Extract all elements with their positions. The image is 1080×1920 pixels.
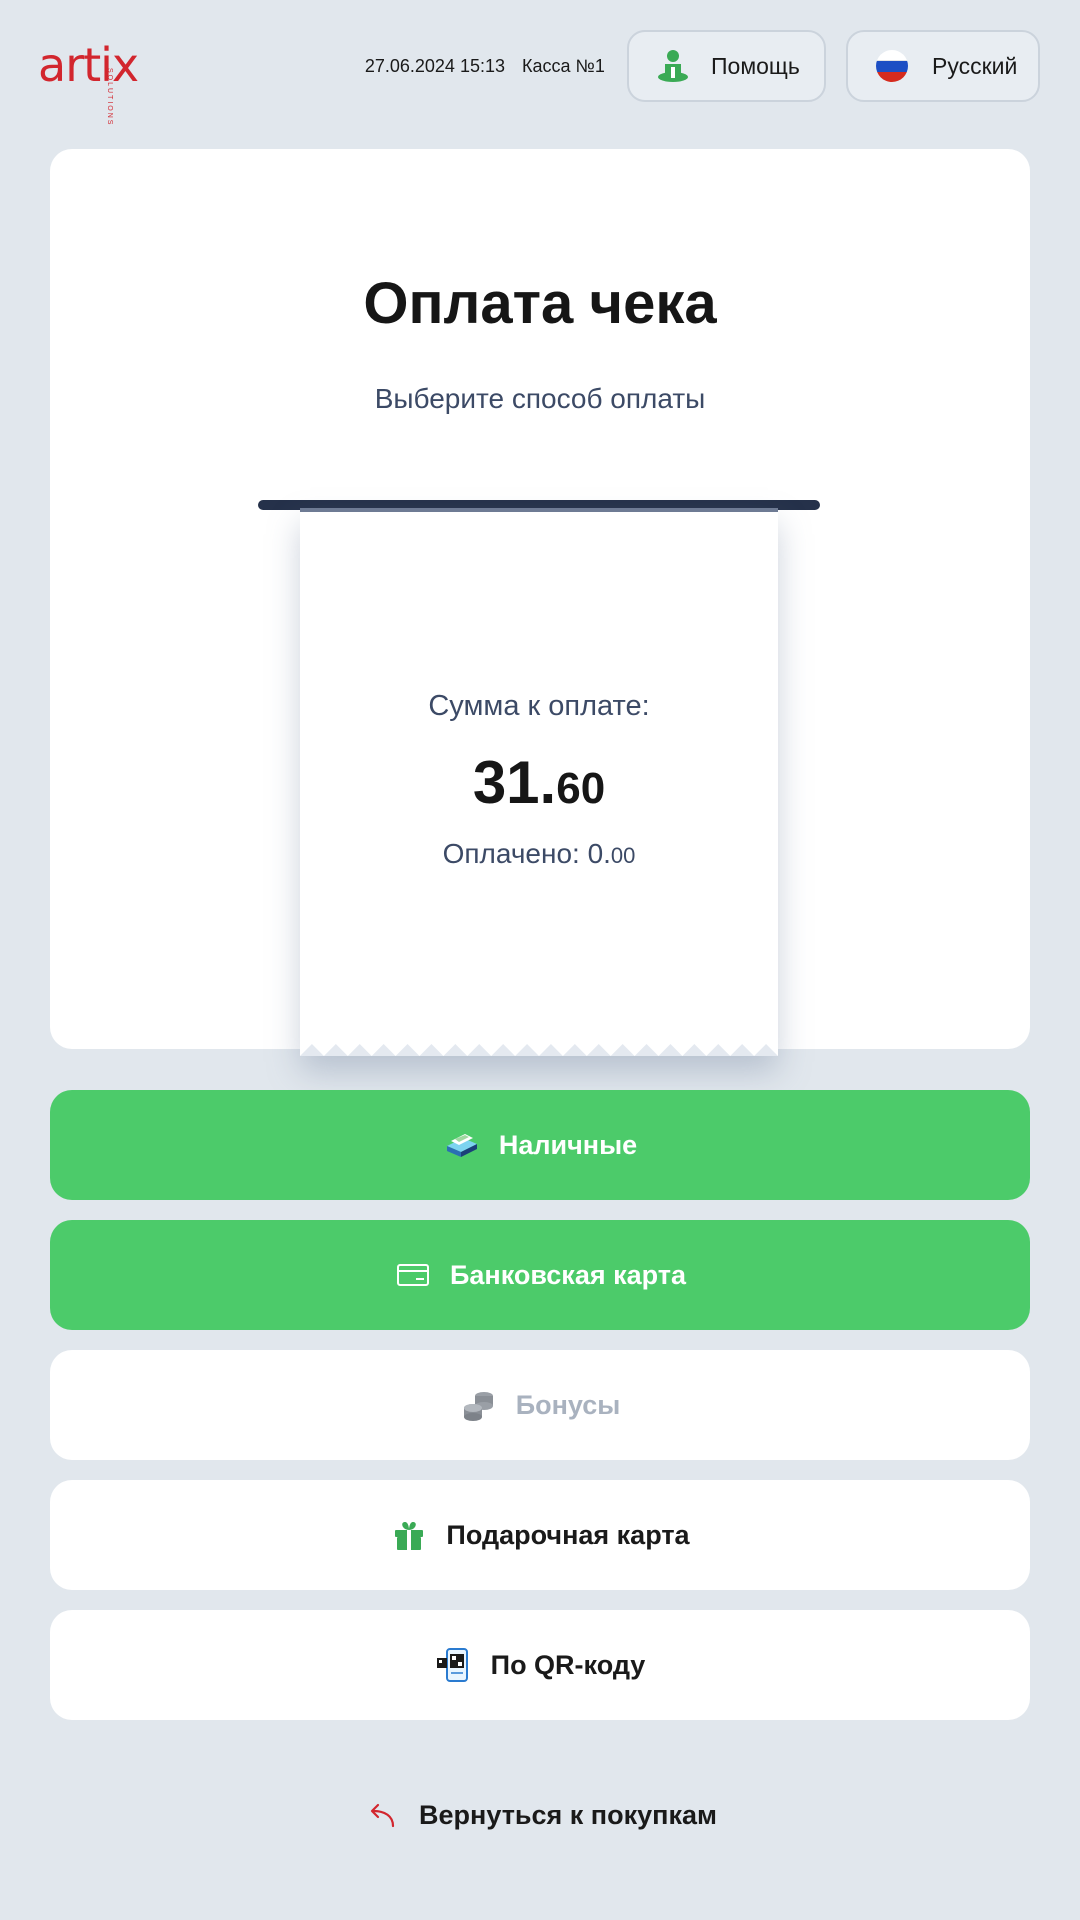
sum-decimal: 60 [556, 764, 606, 813]
paid-label: Оплачено: 0. [442, 838, 611, 869]
language-button[interactable]: Русский [846, 30, 1040, 102]
paid-amount: Оплачено: 0.00 [300, 838, 778, 870]
bank-card-label: Банковская карта [449, 1259, 686, 1290]
gift-card-label: Подарочная карта [446, 1519, 690, 1550]
back-to-shopping-button[interactable]: Вернуться к покупкам [0, 1790, 1080, 1840]
logo-subtext: SOLUTIONS [106, 68, 113, 127]
language-label: Русский [932, 52, 1018, 79]
page-title: Оплата чека [363, 271, 717, 336]
help-button[interactable]: Помощь [627, 30, 826, 102]
sum-value: 31.60 [300, 748, 778, 817]
gift-icon [395, 1522, 424, 1550]
qr-code-label: По QR-коду [490, 1649, 646, 1680]
cash-icon [446, 1134, 477, 1157]
back-arrow-icon [370, 1803, 395, 1828]
bank-card-button[interactable]: Банковская карта [50, 1220, 1030, 1330]
paid-decimal: 00 [610, 843, 636, 868]
bank-card-icon [396, 1264, 429, 1286]
receipt-torn-edge [300, 1044, 778, 1056]
receipt-slot-inner [300, 508, 778, 512]
help-label: Помощь [711, 52, 800, 79]
qr-code-button[interactable]: По QR-коду [50, 1610, 1030, 1720]
russian-flag-icon [876, 50, 908, 82]
back-label: Вернуться к покупкам [419, 1799, 717, 1830]
sum-label: Сумма к оплате: [428, 690, 650, 722]
gift-card-button[interactable]: Подарочная карта [50, 1480, 1030, 1590]
bonus-label: Бонусы [515, 1389, 621, 1420]
cash-label: Наличные [498, 1129, 638, 1160]
register-label: Касса №1 [522, 56, 605, 76]
sum-integer: 31. [472, 749, 557, 816]
datetime: 27.06.2024 15:13 [364, 56, 505, 76]
cash-button[interactable]: Наличные [50, 1090, 1030, 1200]
artix-logo: artix SOLUTIONS [38, 30, 148, 126]
logo-text: artix [38, 38, 139, 92]
person-help-icon [658, 50, 688, 82]
coins-icon [463, 1392, 493, 1421]
bonus-button[interactable]: Бонусы [50, 1350, 1030, 1460]
page-subtitle: Выберите способ оплаты [374, 383, 706, 414]
qr-phone-icon [436, 1648, 468, 1682]
